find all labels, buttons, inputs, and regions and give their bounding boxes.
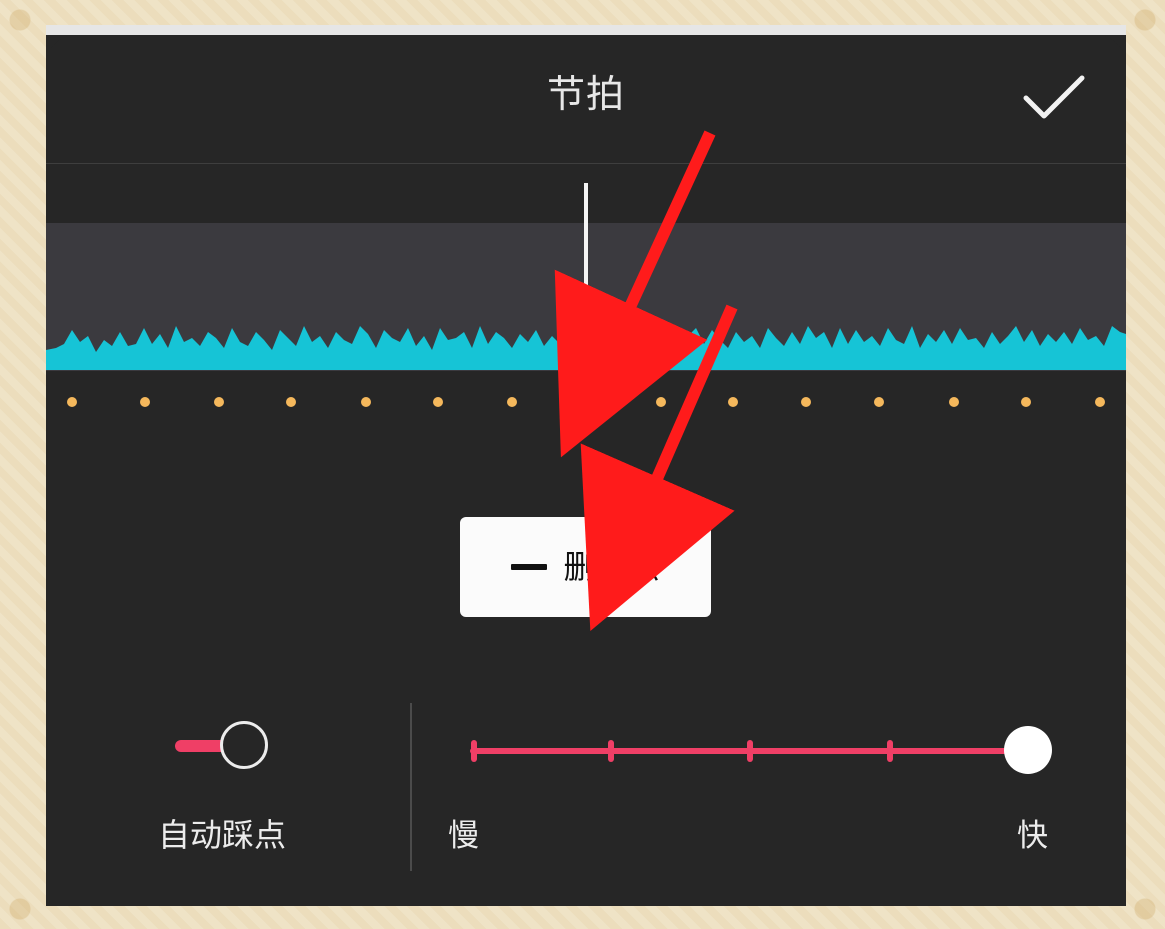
slider-stop[interactable] [608, 740, 614, 762]
beat-point[interactable] [67, 397, 77, 407]
beat-point[interactable] [1095, 397, 1105, 407]
checkmark-icon [1023, 75, 1085, 119]
beat-point[interactable] [949, 397, 959, 407]
beat-point[interactable] [507, 397, 517, 407]
beat-point[interactable] [361, 397, 371, 407]
speed-slider[interactable] [470, 726, 1060, 786]
minus-icon [511, 564, 548, 570]
auto-beat-label: 自动踩点 [158, 816, 287, 854]
beat-point[interactable] [656, 397, 666, 407]
slider-stop[interactable] [471, 740, 477, 762]
divider [410, 703, 412, 871]
slider-stop[interactable] [747, 740, 753, 762]
beat-editor-panel: 节拍 删除点 自动踩点 慢 快 [46, 25, 1126, 906]
speed-slow-label: 慢 [448, 818, 479, 854]
toggle-knob [220, 721, 268, 769]
slider-stop[interactable] [887, 740, 893, 762]
delete-point-label: 删除点 [563, 548, 660, 586]
beat-point[interactable] [874, 397, 884, 407]
beat-sheet: 节拍 删除点 自动踩点 慢 快 [46, 35, 1126, 906]
timeline [46, 163, 1126, 493]
beat-point[interactable] [1021, 397, 1031, 407]
delete-point-button[interactable]: 删除点 [460, 517, 711, 617]
auto-beat-toggle[interactable] [175, 721, 275, 773]
beat-point[interactable] [140, 397, 150, 407]
speed-fast-label: 快 [1017, 818, 1048, 854]
beat-point[interactable] [214, 397, 224, 407]
header: 节拍 [46, 35, 1126, 164]
beat-point[interactable] [728, 397, 738, 407]
beat-point[interactable] [801, 397, 811, 407]
bottom-controls: 自动踩点 慢 快 [46, 699, 1126, 906]
page-title: 节拍 [546, 72, 626, 116]
slider-track [470, 748, 1015, 754]
speed-slider-knob[interactable] [1004, 726, 1052, 774]
beat-point[interactable] [286, 397, 296, 407]
top-strip [46, 25, 1126, 35]
playhead[interactable] [584, 183, 588, 422]
beat-point[interactable] [433, 397, 443, 407]
confirm-button[interactable] [1020, 69, 1090, 125]
